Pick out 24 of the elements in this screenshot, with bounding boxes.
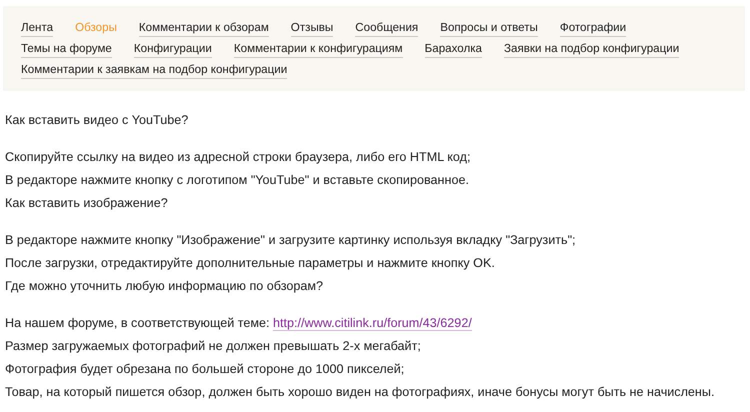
nav-link[interactable]: Конфигурации [134, 41, 212, 58]
question-text: Как вставить видео с YouTube? [5, 112, 190, 129]
nav-link[interactable]: Сообщения [355, 20, 418, 37]
question-text: Где можно уточнить любую информацию по обзорам? [5, 278, 324, 295]
nav-link[interactable]: Фотографии [560, 20, 626, 37]
answer-text: После загрузки, отредактируйте дополнительные параметры и нажмите кнопку OK. [5, 255, 496, 272]
answer-text: В редакторе нажмите кнопку с логотипом "YouTube" и вставьте скопированное. [5, 172, 470, 189]
nav-link[interactable]: Темы на форуме [21, 41, 112, 58]
nav-link[interactable]: Комментарии к заявкам на подбор конфигурации [21, 62, 288, 79]
forum-link[interactable]: http://www.citilink.ru/forum/43/6292/ [273, 316, 472, 331]
nav-link[interactable]: Комментарии к обзорам [138, 20, 269, 37]
answer-text: На нашем форуме, в соответствующей теме: [5, 316, 270, 330]
answer-text: Товар, на который пишется обзор, должен быть хорошо виден на фотографиях, иначе бонусы могут быть не начислены. [5, 384, 716, 401]
answer-text: Скопируйте ссылку на видео из адресной строки браузера, либо его HTML код; [5, 149, 472, 166]
answer-text: Фотография будет обрезана по большей стороне до 1000 пикселей; [5, 361, 406, 378]
nav-link[interactable]: Заявки на подбор конфигурации [504, 41, 680, 58]
nav-link[interactable]: Комментарии к конфигурациям [234, 41, 403, 58]
nav-link[interactable]: Лента [21, 20, 54, 37]
question-text: Как вставить изображение? [5, 195, 169, 212]
answer-text: В редакторе нажмите кнопку "Изображение" и загрузите картинку используя вкладку "Загрузить"; [5, 232, 577, 249]
answer-text: Размер загружаемых фотографий не должен превышать 2-х мегабайт; [5, 338, 422, 355]
nav-link[interactable]: Вопросы и ответы [440, 20, 538, 37]
nav-link[interactable]: Отзывы [290, 20, 334, 37]
nav-link[interactable]: Барахолка [424, 41, 482, 58]
